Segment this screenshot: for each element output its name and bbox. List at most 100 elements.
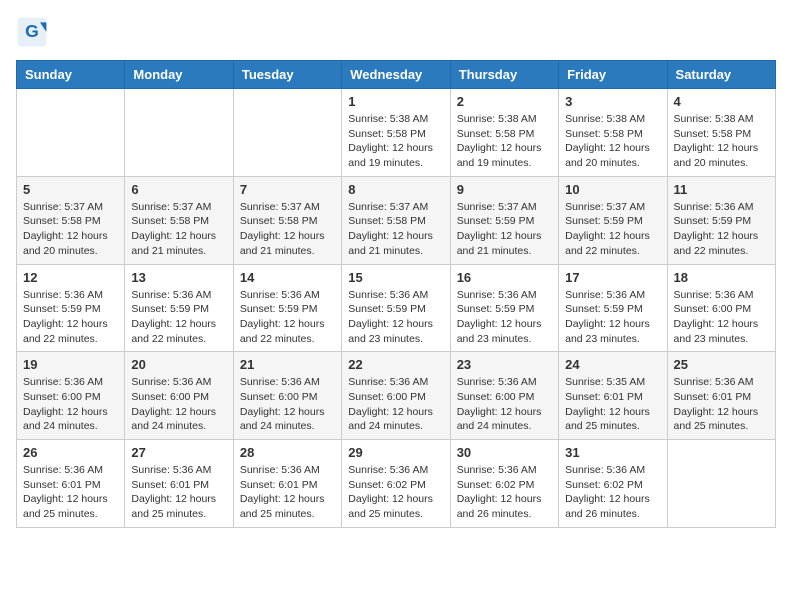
day-info: Sunrise: 5:36 AM Sunset: 6:00 PM Dayligh… xyxy=(23,375,118,434)
day-number: 15 xyxy=(348,270,443,285)
calendar-week-row: 26 Sunrise: 5:36 AM Sunset: 6:01 PM Dayli… xyxy=(17,440,776,528)
day-number: 29 xyxy=(348,445,443,460)
day-number: 28 xyxy=(240,445,335,460)
calendar-cell: 13 Sunrise: 5:36 AM Sunset: 5:59 PM Dayli… xyxy=(125,264,233,352)
day-info: Sunrise: 5:36 AM Sunset: 5:59 PM Dayligh… xyxy=(348,288,443,347)
calendar-cell: 16Sunrise: 5:36 AM Sunset: 5:59 PM Dayli… xyxy=(450,264,558,352)
day-info: Sunrise: 5:37 AM Sunset: 5:58 PM Dayligh… xyxy=(348,200,443,259)
day-info: Sunrise: 5:37 AM Sunset: 5:58 PM Dayligh… xyxy=(240,200,335,259)
svg-text:G: G xyxy=(25,21,39,41)
page-header: G xyxy=(16,16,776,48)
logo: G xyxy=(16,16,52,48)
calendar-header-row: SundayMondayTuesdayWednesdayThursdayFrid… xyxy=(17,61,776,89)
calendar-cell: 29 Sunrise: 5:36 AM Sunset: 6:02 PM Dayli… xyxy=(342,440,450,528)
day-info: Sunrise: 5:38 AM Sunset: 5:58 PM Dayligh… xyxy=(348,112,443,171)
calendar-cell: 21Sunrise: 5:36 AM Sunset: 6:00 PM Dayli… xyxy=(233,352,341,440)
calendar-cell: 3 Sunrise: 5:38 AM Sunset: 5:58 PM Daylig… xyxy=(559,89,667,177)
day-info: Sunrise: 5:36 AM Sunset: 6:02 PM Dayligh… xyxy=(348,463,443,522)
day-number: 7 xyxy=(240,182,335,197)
day-info: Sunrise: 5:36 AM Sunset: 6:00 PM Dayligh… xyxy=(457,375,552,434)
day-info: Sunrise: 5:36 AM Sunset: 5:59 PM Dayligh… xyxy=(23,288,118,347)
calendar-cell: 14 Sunrise: 5:36 AM Sunset: 5:59 PM Dayli… xyxy=(233,264,341,352)
weekday-header-monday: Monday xyxy=(125,61,233,89)
calendar-cell: 31 Sunrise: 5:36 AM Sunset: 6:02 PM Dayli… xyxy=(559,440,667,528)
day-info: Sunrise: 5:36 AM Sunset: 5:59 PM Dayligh… xyxy=(131,288,226,347)
day-number: 13 xyxy=(131,270,226,285)
calendar-cell: 15 Sunrise: 5:36 AM Sunset: 5:59 PM Dayli… xyxy=(342,264,450,352)
day-number: 20 xyxy=(131,357,226,372)
day-info: Sunrise: 5:36 AM Sunset: 6:01 PM Dayligh… xyxy=(23,463,118,522)
calendar-cell: 19 Sunrise: 5:36 AM Sunset: 6:00 PM Dayli… xyxy=(17,352,125,440)
calendar-cell: 27 Sunrise: 5:36 AM Sunset: 6:01 PM Dayli… xyxy=(125,440,233,528)
day-info: Sunrise: 5:36 AM Sunset: 6:00 PM Dayligh… xyxy=(131,375,226,434)
day-info: Sunrise: 5:36 AM Sunset: 6:00 PM Dayligh… xyxy=(240,375,335,434)
calendar-cell: 12 Sunrise: 5:36 AM Sunset: 5:59 PM Dayli… xyxy=(17,264,125,352)
calendar-cell: 10Sunrise: 5:37 AM Sunset: 5:59 PM Dayli… xyxy=(559,176,667,264)
day-number: 8 xyxy=(348,182,443,197)
calendar-cell: 23 Sunrise: 5:36 AM Sunset: 6:00 PM Dayli… xyxy=(450,352,558,440)
day-info: Sunrise: 5:36 AM Sunset: 5:59 PM Dayligh… xyxy=(240,288,335,347)
calendar-cell: 20 Sunrise: 5:36 AM Sunset: 6:00 PM Dayli… xyxy=(125,352,233,440)
day-number: 11 xyxy=(674,182,769,197)
day-number: 31 xyxy=(565,445,660,460)
day-number: 23 xyxy=(457,357,552,372)
calendar-cell xyxy=(667,440,775,528)
day-info: Sunrise: 5:36 AM Sunset: 5:59 PM Dayligh… xyxy=(457,288,552,347)
day-number: 9 xyxy=(457,182,552,197)
day-number: 1 xyxy=(348,94,443,109)
day-info: Sunrise: 5:36 AM Sunset: 5:59 PM Dayligh… xyxy=(565,288,660,347)
calendar-cell: 4 Sunrise: 5:38 AM Sunset: 5:58 PM Daylig… xyxy=(667,89,775,177)
day-number: 14 xyxy=(240,270,335,285)
calendar-cell: 8 Sunrise: 5:37 AM Sunset: 5:58 PM Daylig… xyxy=(342,176,450,264)
calendar-cell xyxy=(125,89,233,177)
day-info: Sunrise: 5:36 AM Sunset: 6:01 PM Dayligh… xyxy=(131,463,226,522)
day-info: Sunrise: 5:36 AM Sunset: 6:00 PM Dayligh… xyxy=(674,288,769,347)
calendar-cell: 2 Sunrise: 5:38 AM Sunset: 5:58 PM Daylig… xyxy=(450,89,558,177)
day-number: 2 xyxy=(457,94,552,109)
calendar-cell: 18 Sunrise: 5:36 AM Sunset: 6:00 PM Dayli… xyxy=(667,264,775,352)
weekday-header-saturday: Saturday xyxy=(667,61,775,89)
day-number: 19 xyxy=(23,357,118,372)
day-info: Sunrise: 5:35 AM Sunset: 6:01 PM Dayligh… xyxy=(565,375,660,434)
day-info: Sunrise: 5:38 AM Sunset: 5:58 PM Dayligh… xyxy=(565,112,660,171)
weekday-header-friday: Friday xyxy=(559,61,667,89)
weekday-header-thursday: Thursday xyxy=(450,61,558,89)
calendar-cell: 6 Sunrise: 5:37 AM Sunset: 5:58 PM Daylig… xyxy=(125,176,233,264)
day-number: 26 xyxy=(23,445,118,460)
day-info: Sunrise: 5:38 AM Sunset: 5:58 PM Dayligh… xyxy=(674,112,769,171)
day-number: 27 xyxy=(131,445,226,460)
day-number: 5 xyxy=(23,182,118,197)
day-number: 3 xyxy=(565,94,660,109)
day-number: 18 xyxy=(674,270,769,285)
calendar-week-row: 19 Sunrise: 5:36 AM Sunset: 6:00 PM Dayli… xyxy=(17,352,776,440)
day-info: Sunrise: 5:37 AM Sunset: 5:59 PM Dayligh… xyxy=(565,200,660,259)
day-info: Sunrise: 5:37 AM Sunset: 5:59 PM Dayligh… xyxy=(457,200,552,259)
weekday-header-sunday: Sunday xyxy=(17,61,125,89)
calendar-week-row: 5 Sunrise: 5:37 AM Sunset: 5:58 PM Daylig… xyxy=(17,176,776,264)
day-number: 30 xyxy=(457,445,552,460)
calendar-week-row: 1 Sunrise: 5:38 AM Sunset: 5:58 PM Daylig… xyxy=(17,89,776,177)
day-info: Sunrise: 5:37 AM Sunset: 5:58 PM Dayligh… xyxy=(131,200,226,259)
calendar-cell: 24 Sunrise: 5:35 AM Sunset: 6:01 PM Dayli… xyxy=(559,352,667,440)
calendar-cell: 5Sunrise: 5:37 AM Sunset: 5:58 PM Daylig… xyxy=(17,176,125,264)
calendar-cell xyxy=(233,89,341,177)
day-number: 24 xyxy=(565,357,660,372)
calendar-cell: 17 Sunrise: 5:36 AM Sunset: 5:59 PM Dayli… xyxy=(559,264,667,352)
day-info: Sunrise: 5:38 AM Sunset: 5:58 PM Dayligh… xyxy=(457,112,552,171)
calendar-cell: 11Sunrise: 5:36 AM Sunset: 5:59 PM Dayli… xyxy=(667,176,775,264)
day-info: Sunrise: 5:36 AM Sunset: 6:02 PM Dayligh… xyxy=(565,463,660,522)
day-number: 4 xyxy=(674,94,769,109)
calendar-cell: 9 Sunrise: 5:37 AM Sunset: 5:59 PM Daylig… xyxy=(450,176,558,264)
day-info: Sunrise: 5:36 AM Sunset: 6:01 PM Dayligh… xyxy=(674,375,769,434)
calendar-week-row: 12 Sunrise: 5:36 AM Sunset: 5:59 PM Dayli… xyxy=(17,264,776,352)
day-info: Sunrise: 5:36 AM Sunset: 6:00 PM Dayligh… xyxy=(348,375,443,434)
day-number: 22 xyxy=(348,357,443,372)
day-number: 12 xyxy=(23,270,118,285)
calendar-cell: 30Sunrise: 5:36 AM Sunset: 6:02 PM Dayli… xyxy=(450,440,558,528)
calendar-cell: 22 Sunrise: 5:36 AM Sunset: 6:00 PM Dayli… xyxy=(342,352,450,440)
calendar-cell: 1 Sunrise: 5:38 AM Sunset: 5:58 PM Daylig… xyxy=(342,89,450,177)
day-number: 6 xyxy=(131,182,226,197)
calendar-cell: 26 Sunrise: 5:36 AM Sunset: 6:01 PM Dayli… xyxy=(17,440,125,528)
weekday-header-tuesday: Tuesday xyxy=(233,61,341,89)
day-number: 17 xyxy=(565,270,660,285)
